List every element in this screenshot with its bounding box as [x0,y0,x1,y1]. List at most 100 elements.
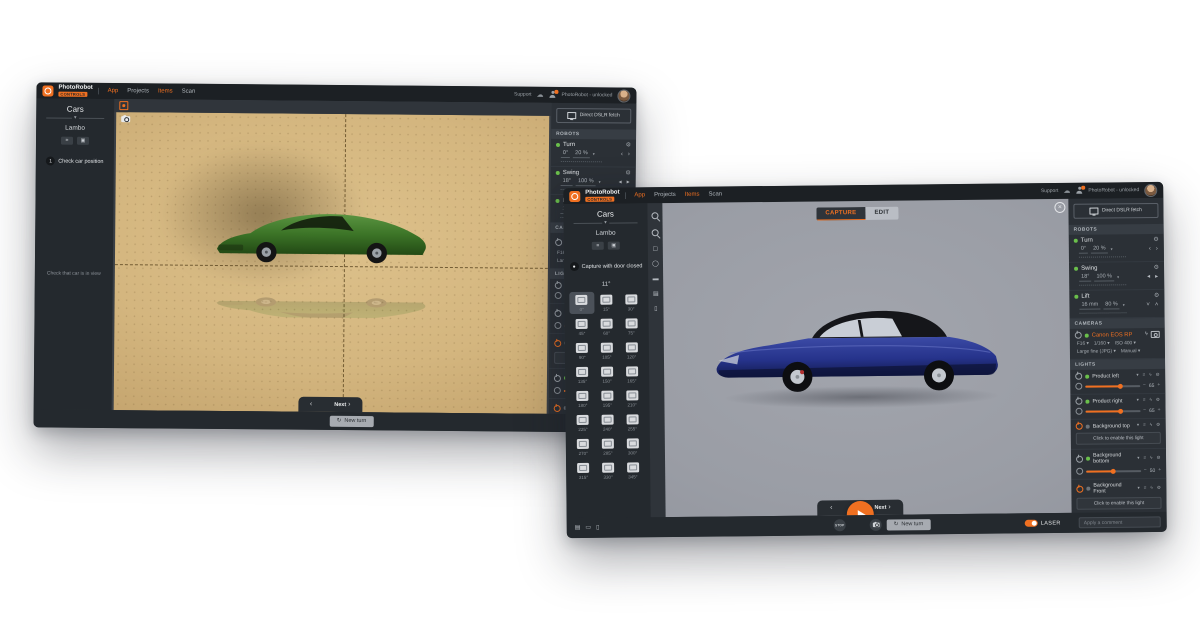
cloud-icon[interactable]: ☁ [537,91,544,98]
next-button[interactable]: Next › [334,401,350,408]
close-icon[interactable]: × [1054,202,1065,213]
brightness-slider[interactable]: −65+ [1076,407,1161,415]
new-turn-button[interactable]: ↻ New turn [887,519,931,530]
nav-scan[interactable]: Scan [708,191,722,197]
capture-thumbnail[interactable]: 45° [570,316,595,338]
chevron-down-icon[interactable]: ▾ [1136,373,1139,378]
quality-setting[interactable]: Large fine (JPG) ▾ [1077,349,1116,354]
decrease-icon[interactable]: − [1143,383,1146,388]
collection-title[interactable]: Cars [36,104,114,114]
axis-value[interactable]: 0° [561,150,570,158]
enable-light-button[interactable]: Click to enable this light [1076,432,1161,445]
capture-thumbnail[interactable]: 345° [620,459,645,481]
power-icon[interactable] [1076,423,1083,430]
zoom-out-icon[interactable] [651,229,659,237]
play-capture-button[interactable] [847,501,874,517]
nav-items[interactable]: Items [685,192,700,198]
jog-icon[interactable]: ‹ [1148,246,1152,252]
brightness-slider[interactable]: −65+ [1075,382,1160,390]
jog-icon[interactable]: ˅ [1145,302,1151,308]
aperture-setting[interactable]: F16 ▾ [1077,342,1089,347]
item-name[interactable]: Lambo [564,229,648,237]
power-icon[interactable] [554,374,561,381]
axis-value[interactable]: 16 mm [1079,302,1100,310]
fit-view-icon[interactable]: ▢ [652,246,658,252]
laser-toggle[interactable] [1025,520,1038,527]
capture-thumbnail[interactable]: 180° [570,388,595,410]
flash-icon[interactable]: ϟ [1150,486,1153,491]
power-icon[interactable] [554,339,561,346]
capture-thumbnail[interactable]: 300° [620,435,645,457]
item-name[interactable]: Lambo [36,124,114,132]
flash-icon[interactable]: ϟ [1145,332,1148,338]
capture-thumbnail[interactable]: 255° [620,411,645,433]
axis-value[interactable]: 18° [1079,274,1091,282]
capture-thumbnail[interactable]: 315° [571,460,596,482]
user-notifications-icon[interactable] [549,91,557,99]
nav-scan[interactable]: Scan [182,89,196,95]
direct-dslr-fetch-button[interactable]: Direct DSLR fetch [556,108,631,124]
jog-icon[interactable]: ◂ [1146,274,1151,280]
flash-icon[interactable]: ϟ [1149,423,1152,428]
jog-icon[interactable]: ◂ [618,180,623,186]
gear-icon[interactable]: ⚙ [1154,293,1159,299]
rotate-view-icon[interactable]: ◯ [652,261,659,267]
jog-icon[interactable]: ▸ [626,180,631,186]
power-icon[interactable] [555,238,562,245]
capture-door-closed-button[interactable]: ● Capture with door closed [564,261,648,271]
minimize-icon[interactable]: ▬ [653,276,659,282]
focus-setting[interactable]: Manual ▾ [1121,349,1141,354]
flash-icon[interactable]: ϟ [1150,456,1153,461]
jog-icon[interactable]: › [627,152,631,158]
list-view-icon[interactable]: ≡ [592,242,604,250]
capture-thumbnail[interactable]: 90° [570,340,595,362]
capture-thumbnail[interactable]: 225° [571,412,596,434]
power-icon[interactable] [1076,455,1083,462]
next-button[interactable]: Next › [874,504,890,511]
increase-icon[interactable]: + [1158,468,1161,473]
increase-icon[interactable]: + [1158,408,1161,413]
phone-view-icon[interactable]: ▯ [654,306,657,312]
chevron-down-icon[interactable]: ▾ [1136,423,1139,428]
power-icon[interactable] [1075,373,1082,380]
laser-grid-icon[interactable] [119,101,128,110]
phone-icon[interactable]: ▯ [596,525,599,531]
capture-thumbnail[interactable]: 195° [595,388,620,410]
chevron-down-icon[interactable]: ▾ [1137,486,1140,491]
avatar[interactable] [617,89,630,102]
comment-input[interactable] [1079,516,1161,528]
menu-icon[interactable]: ≡ [1142,373,1146,378]
power-icon[interactable] [554,309,561,316]
gear-icon[interactable]: ⚙ [1156,456,1161,461]
chevron-down-icon[interactable]: ▾ [1137,456,1140,461]
capture-thumbnail[interactable]: 135° [570,364,595,386]
jog-icon[interactable]: › [1155,246,1159,252]
capture-thumbnail[interactable]: 240° [595,412,620,434]
enable-light-button[interactable]: Click to enable this light [1076,497,1161,510]
camera-overlay-icon[interactable] [121,116,130,122]
capture-thumbnail[interactable]: 270° [571,436,596,458]
capture-thumbnail[interactable]: 210° [620,387,645,409]
decrease-icon[interactable]: − [1144,468,1147,473]
camera-view-icon[interactable]: ▣ [608,242,620,250]
jog-icon[interactable]: ‹ [620,152,624,158]
power-icon[interactable] [1075,398,1082,405]
capture-thumbnail[interactable]: 105° [594,340,619,362]
flash-icon[interactable]: ϟ [1149,373,1152,378]
capture-thumbnail[interactable]: 75° [619,315,644,337]
cloud-icon[interactable]: ☁ [1063,187,1070,194]
axis-speed[interactable]: 100 % [576,179,596,187]
list-view-icon[interactable]: ≡ [61,137,73,145]
chevron-down-icon[interactable]: ▾ [72,116,79,121]
power-icon[interactable] [555,282,562,289]
nav-items[interactable]: Items [158,88,173,94]
menu-icon[interactable]: ≡ [1143,423,1147,428]
gallery-icon[interactable]: ▤ [653,291,659,297]
prev-arrow-icon[interactable]: ‹ [310,401,312,408]
capture-thumbnail[interactable]: 165° [619,363,644,385]
photorobot-logo-icon[interactable] [569,190,580,201]
check-car-position-button[interactable]: 1 Check car position [36,156,114,166]
stop-button[interactable]: STOP [834,519,846,531]
slider-knob[interactable] [1111,468,1116,473]
decrease-icon[interactable]: − [1143,408,1146,413]
